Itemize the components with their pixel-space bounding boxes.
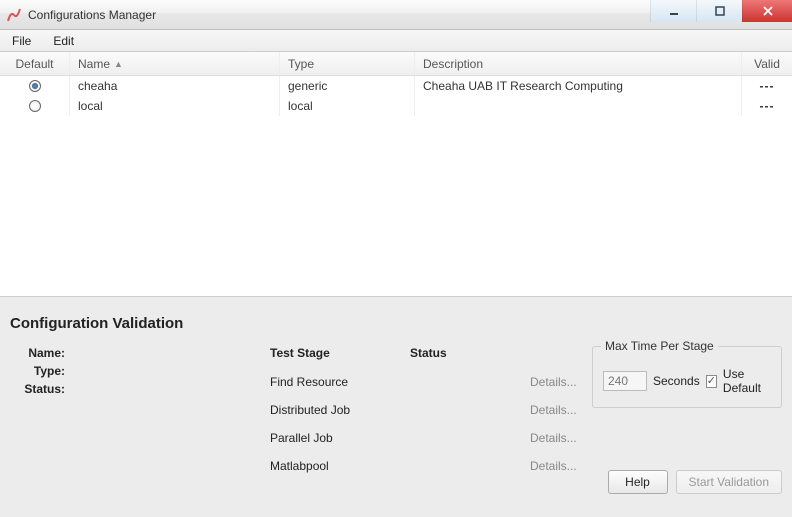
col-header-description[interactable]: Description xyxy=(415,52,742,75)
validation-options: Max Time Per Stage Seconds Use Default H… xyxy=(592,346,782,494)
details-link[interactable]: Details... xyxy=(530,431,577,445)
table-row[interactable]: local local --- xyxy=(0,96,792,116)
validation-summary: Name: Type: Status: xyxy=(10,346,260,494)
default-radio-cell xyxy=(0,76,70,96)
minimize-button[interactable] xyxy=(650,0,696,22)
validation-stages: Test Stage Status Find Resource Details.… xyxy=(270,346,582,494)
label-name: Name: xyxy=(10,346,65,360)
max-time-legend: Max Time Per Stage xyxy=(601,339,718,353)
cell-type: generic xyxy=(280,76,415,96)
max-time-unit: Seconds xyxy=(653,374,700,388)
menu-edit[interactable]: Edit xyxy=(47,32,80,50)
cell-description: Cheaha UAB IT Research Computing xyxy=(415,76,742,96)
details-link[interactable]: Details... xyxy=(530,459,577,473)
stage-row: Distributed Job Details... xyxy=(270,396,582,424)
stage-row: Parallel Job Details... xyxy=(270,424,582,452)
stage-name: Matlabpool xyxy=(270,459,410,473)
close-button[interactable] xyxy=(742,0,792,22)
stage-header-status: Status xyxy=(410,346,530,360)
help-button[interactable]: Help xyxy=(608,470,668,494)
window-title: Configurations Manager xyxy=(28,8,156,22)
details-link[interactable]: Details... xyxy=(530,403,577,417)
use-default-label: Use Default xyxy=(723,367,771,395)
stage-name: Find Resource xyxy=(270,375,410,389)
cell-name: cheaha xyxy=(70,76,280,96)
table-row[interactable]: cheaha generic Cheaha UAB IT Research Co… xyxy=(0,76,792,96)
use-default-checkbox[interactable] xyxy=(706,375,717,388)
col-header-valid[interactable]: Valid xyxy=(742,52,792,75)
start-validation-button[interactable]: Start Validation xyxy=(676,470,783,494)
col-header-default[interactable]: Default xyxy=(0,52,70,75)
col-header-type-label: Type xyxy=(288,57,314,71)
cell-name: local xyxy=(70,96,280,116)
col-header-type[interactable]: Type xyxy=(280,52,415,75)
validation-section-title: Configuration Validation xyxy=(10,315,782,332)
max-time-input[interactable] xyxy=(603,371,647,391)
maximize-button[interactable] xyxy=(696,0,742,22)
default-radio-cell xyxy=(0,96,70,116)
stage-row: Matlabpool Details... xyxy=(270,452,582,480)
cell-type: local xyxy=(280,96,415,116)
label-status: Status: xyxy=(10,382,65,396)
title-bar: Configurations Manager xyxy=(0,0,792,30)
default-radio[interactable] xyxy=(29,80,41,92)
col-header-default-label: Default xyxy=(15,57,53,71)
col-header-name[interactable]: Name ▲ xyxy=(70,52,280,75)
window-controls xyxy=(650,0,792,22)
app-icon xyxy=(6,7,22,23)
details-link[interactable]: Details... xyxy=(530,375,577,389)
col-header-name-label: Name xyxy=(78,57,110,71)
configurations-table: Default Name ▲ Type Description Valid ch… xyxy=(0,52,792,297)
label-type: Type: xyxy=(10,364,65,378)
menu-bar: File Edit xyxy=(0,30,792,52)
cell-valid: --- xyxy=(742,76,792,96)
col-header-valid-label: Valid xyxy=(754,57,780,71)
validation-panel: Configuration Validation Name: Type: Sta… xyxy=(0,297,792,504)
menu-file[interactable]: File xyxy=(6,32,37,50)
sort-ascending-icon: ▲ xyxy=(114,59,123,69)
default-radio[interactable] xyxy=(29,100,41,112)
stage-header-stage: Test Stage xyxy=(270,346,410,360)
cell-valid: --- xyxy=(742,96,792,116)
col-header-description-label: Description xyxy=(423,57,483,71)
stage-name: Parallel Job xyxy=(270,431,410,445)
stage-name: Distributed Job xyxy=(270,403,410,417)
stage-row: Find Resource Details... xyxy=(270,368,582,396)
cell-description xyxy=(415,96,742,116)
table-header-row: Default Name ▲ Type Description Valid xyxy=(0,52,792,76)
max-time-group: Max Time Per Stage Seconds Use Default xyxy=(592,346,782,408)
